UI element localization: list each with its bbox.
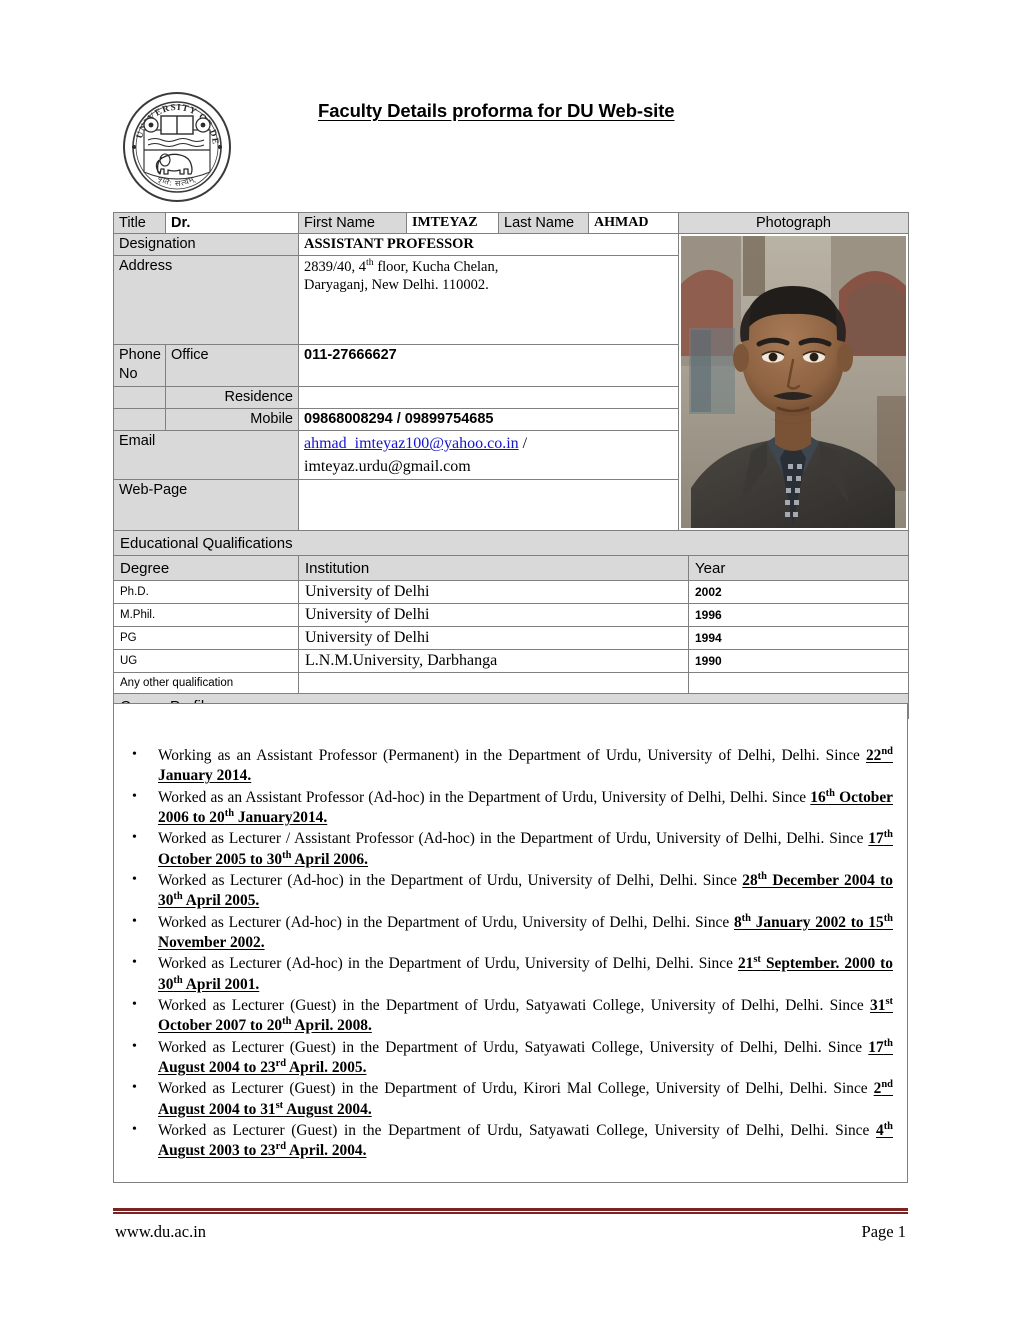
title-value[interactable]: Dr. — [165, 211, 299, 235]
table-row: M.Phil. University of Delhi 1996 — [113, 603, 910, 627]
university-of-delhi-seal-icon: UNIVERSITY OF DELHI निष्ठा धृति: सत्यम् — [114, 82, 236, 205]
education-section-header-row: Educational Qualifications — [112, 530, 910, 556]
degree-value: Ph.D. — [113, 580, 299, 604]
address-line-1-rest: floor, Kucha Chelan, — [373, 259, 499, 276]
residence-label: Residence — [165, 385, 299, 410]
faculty-photo — [681, 236, 906, 529]
year-value: 1990 — [687, 649, 910, 673]
table-row: PG University of Delhi 1994 — [113, 626, 910, 650]
footer-website[interactable]: www.du.ac.in — [115, 1222, 206, 1242]
residence-phone-value[interactable] — [298, 385, 679, 410]
office-phone-value[interactable]: 011-27666627 — [298, 344, 679, 387]
personal-info-table: Title Dr. First Name IMTEYAZ Last Name A… — [113, 211, 909, 532]
educational-qualifications-table: Educational Qualifications Degree Instit… — [112, 530, 910, 719]
table-row: UG L.N.M.University, Darbhanga 1990 — [113, 649, 910, 673]
mobile-phone-value[interactable]: 09868008294 / 09899754685 — [298, 408, 679, 432]
webpage-value[interactable] — [298, 479, 679, 532]
address-line-2: Daryaganj, New Delhi. 110002. — [304, 277, 489, 294]
career-profile-item: Worked as Lecturer (Guest) in the Depart… — [132, 1121, 893, 1162]
address-label: Address — [113, 255, 299, 346]
institution-value: L.N.M.University, Darbhanga — [298, 649, 689, 673]
career-profile-box: Working as an Assistant Professor (Perma… — [113, 703, 908, 1183]
career-profile-item: Working as an Assistant Professor (Perma… — [132, 746, 893, 787]
any-other-qualification-label: Any other qualification — [113, 672, 299, 694]
first-name-value[interactable]: IMTEYAZ — [406, 211, 499, 235]
phone-spacer-mobile — [113, 408, 166, 432]
email-separator: / — [518, 435, 528, 453]
photograph-label: Photograph — [678, 211, 909, 235]
degree-value: PG — [113, 626, 299, 650]
education-column-header-row: Degree Institution Year — [113, 555, 910, 581]
page-title: Faculty Details proforma for DU Web-site — [318, 100, 675, 121]
column-header-year: Year — [687, 555, 910, 581]
career-profile-item: Worked as Lecturer / Assistant Professor… — [132, 829, 893, 870]
year-value: 1994 — [687, 626, 910, 650]
career-profile-item: Worked as Lecturer (Guest) in the Depart… — [132, 996, 893, 1037]
footer-divider — [113, 1208, 908, 1214]
year-value: 1996 — [687, 603, 910, 627]
address-value[interactable]: 2839/40, 4th floor, Kucha Chelan, Daryag… — [298, 255, 679, 346]
career-profile-list: Working as an Assistant Professor (Perma… — [114, 704, 907, 1162]
career-profile-item: Worked as Lecturer (Ad-hoc) in the Depar… — [132, 954, 893, 995]
table-row: Ph.D. University of Delhi 2002 — [113, 580, 910, 604]
any-other-qualification-year[interactable] — [687, 672, 910, 694]
any-other-qualification-institution[interactable] — [298, 672, 689, 694]
document-page: UNIVERSITY OF DELHI निष्ठा धृति: सत्यम् — [0, 0, 1020, 1320]
year-value: 2002 — [687, 580, 910, 604]
career-profile-item: Worked as Lecturer (Guest) in the Depart… — [132, 1038, 893, 1079]
phone-spacer-residence — [113, 385, 166, 410]
degree-value: M.Phil. — [113, 603, 299, 627]
email-label: Email — [113, 430, 299, 481]
last-name-label: Last Name — [498, 211, 589, 235]
webpage-label: Web-Page — [113, 479, 299, 532]
institution-value: University of Delhi — [298, 603, 689, 627]
column-header-institution: Institution — [298, 555, 689, 581]
phone-no-label: Phone No — [113, 344, 166, 387]
page-footer: www.du.ac.in Page 1 — [113, 1220, 908, 1248]
photograph-cell — [678, 233, 909, 532]
career-profile-item: Worked as Lecturer (Guest) in the Depart… — [132, 1079, 893, 1120]
mobile-label: Mobile — [165, 408, 299, 432]
table-row-designation: Designation ASSISTANT PROFESSOR — [113, 233, 909, 532]
first-name-label: First Name — [298, 211, 407, 235]
degree-value: UG — [113, 649, 299, 673]
designation-value[interactable]: ASSISTANT PROFESSOR — [298, 233, 679, 257]
document-header: UNIVERSITY OF DELHI निष्ठा धृति: सत्यम् — [113, 82, 913, 206]
table-row-other-qualification: Any other qualification — [113, 672, 910, 694]
last-name-value[interactable]: AHMAD — [588, 211, 679, 235]
email-value[interactable]: ahmad_imteyaz100@yahoo.co.in / imteyaz.u… — [298, 430, 679, 481]
career-profile-item: Worked as Lecturer (Ad-hoc) in the Depar… — [132, 913, 893, 954]
table-row-title: Title Dr. First Name IMTEYAZ Last Name A… — [113, 211, 909, 235]
designation-label: Designation — [113, 233, 299, 257]
column-header-degree: Degree — [113, 555, 299, 581]
educational-qualifications-label: Educational Qualifications — [112, 530, 910, 556]
office-label: Office — [165, 344, 299, 387]
career-profile-item: Worked as Lecturer (Ad-hoc) in the Depar… — [132, 871, 893, 912]
address-ordinal-suffix: th — [366, 257, 374, 269]
title-label: Title — [113, 211, 166, 235]
footer-page-number: Page 1 — [861, 1222, 906, 1241]
address-line-1: 2839/40, 4 — [304, 259, 367, 276]
institution-value: University of Delhi — [298, 626, 689, 650]
institution-value: University of Delhi — [298, 580, 689, 604]
career-profile-item: Worked as an Assistant Professor (Ad-hoc… — [132, 788, 893, 829]
email-primary-link[interactable]: ahmad_imteyaz100@yahoo.co.in — [304, 435, 519, 452]
email-secondary: imteyaz.urdu@gmail.com — [304, 457, 471, 475]
